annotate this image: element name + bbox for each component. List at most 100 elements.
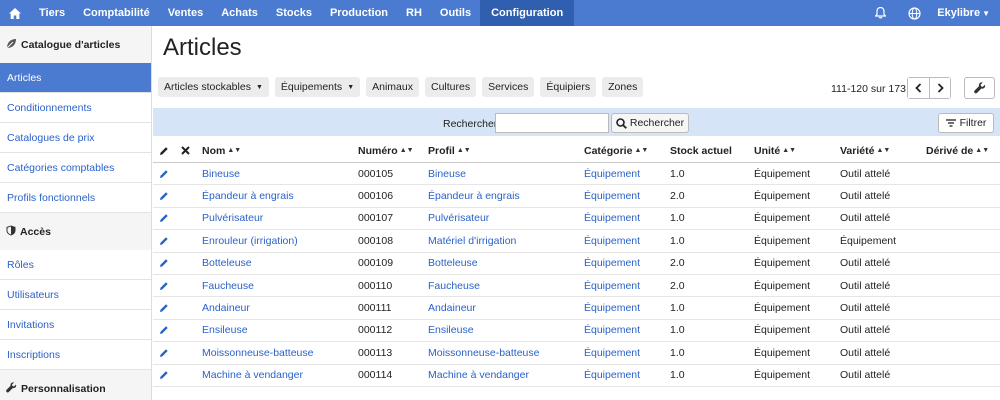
filter-chip-services[interactable]: Services	[482, 77, 535, 97]
column-header-profil[interactable]: Profil ▲▼	[428, 139, 471, 162]
filter-chip-equipiers[interactable]: Équipiers	[540, 77, 597, 97]
wrench-icon	[973, 82, 985, 94]
nav-item-outils[interactable]: Outils	[431, 0, 480, 26]
sidebar-item-invitations[interactable]: Invitations	[0, 310, 151, 340]
cell-variete: Outil attelé	[840, 302, 891, 315]
user-menu[interactable]: Ekylibre ▼	[931, 7, 1000, 19]
cell-numero: 000109	[358, 257, 394, 270]
cell-profil[interactable]: Ensileuse	[428, 320, 474, 341]
cell-profil[interactable]: Pulvérisateur	[428, 208, 489, 229]
cell-nom[interactable]: Moissonneuse-batteuse	[202, 342, 314, 363]
cell-nom[interactable]: Faucheuse	[202, 275, 254, 296]
cell-nom[interactable]: Machine à vendanger	[202, 365, 303, 386]
cell-categorie[interactable]: Équipement	[584, 185, 640, 206]
cell-profil[interactable]: Épandeur à engrais	[428, 185, 520, 206]
cell-nom[interactable]: Enrouleur (irrigation)	[202, 230, 298, 251]
edit-icon[interactable]	[159, 163, 169, 184]
cell-profil[interactable]: Matériel d'irrigation	[428, 230, 516, 251]
cell-stock: 2.0	[670, 190, 685, 203]
sidebar-item-categories-comptables[interactable]: Catégories comptables	[0, 153, 151, 183]
edit-icon[interactable]	[159, 342, 169, 363]
nav-item-configuration[interactable]: Configuration	[480, 0, 575, 26]
cell-categorie[interactable]: Équipement	[584, 253, 640, 274]
cell-stock: 1.0	[670, 346, 685, 359]
filter-chip-label: Zones	[608, 81, 638, 93]
cell-profil[interactable]: Machine à vendanger	[428, 365, 529, 386]
cell-profil[interactable]: Bineuse	[428, 163, 466, 184]
nav-item-ventes[interactable]: Ventes	[159, 0, 212, 26]
cell-categorie[interactable]: Équipement	[584, 320, 640, 341]
edit-icon[interactable]	[159, 275, 169, 296]
column-header-derive-de[interactable]: Dérivé de ▲▼	[926, 139, 989, 162]
search-button[interactable]: Rechercher	[611, 113, 689, 133]
shield-icon	[6, 225, 16, 239]
cell-profil[interactable]: Botteleuse	[428, 253, 478, 274]
nav-item-achats[interactable]: Achats	[212, 0, 267, 26]
nav-item-rh[interactable]: RH	[397, 0, 431, 26]
sidebar-item-label: Articles	[7, 71, 42, 84]
nav-item-stocks[interactable]: Stocks	[267, 0, 321, 26]
cell-unite: Équipement	[754, 302, 811, 315]
cell-categorie[interactable]: Équipement	[584, 275, 640, 296]
column-header-numero[interactable]: Numéro ▲▼	[358, 139, 414, 162]
settings-button[interactable]	[964, 77, 995, 99]
nav-item-production[interactable]: Production	[321, 0, 397, 26]
cell-unite: Équipement	[754, 279, 811, 292]
filter-chip-articles-stockables[interactable]: Articles stockables ▼	[158, 77, 269, 97]
cell-categorie[interactable]: Équipement	[584, 230, 640, 251]
filter-chip-label: Équipements	[280, 81, 343, 93]
globe-icon[interactable]	[897, 0, 931, 26]
filter-chip-cultures[interactable]: Cultures	[424, 77, 477, 97]
column-header-nom[interactable]: Nom ▲▼	[202, 139, 241, 162]
cell-variete: Outil attelé	[840, 324, 891, 337]
sidebar-item-utilisateurs[interactable]: Utilisateurs	[0, 280, 151, 310]
cell-categorie[interactable]: Équipement	[584, 297, 640, 318]
edit-icon[interactable]	[159, 297, 169, 318]
sidebar-item-label: Conditionnements	[7, 101, 92, 114]
column-header-categorie[interactable]: Catégorie ▲▼	[584, 139, 648, 162]
home-icon[interactable]	[0, 0, 30, 26]
edit-icon[interactable]	[159, 365, 169, 386]
search-input[interactable]	[495, 113, 609, 133]
sidebar-item-catalogues-de-prix[interactable]: Catalogues de prix	[0, 123, 151, 153]
sidebar-item-conditionnements[interactable]: Conditionnements	[0, 93, 151, 123]
filter-button[interactable]: Filtrer	[938, 113, 994, 133]
nav-item-tiers[interactable]: Tiers	[30, 0, 74, 26]
cell-nom[interactable]: Épandeur à engrais	[202, 185, 294, 206]
cell-categorie[interactable]: Équipement	[584, 163, 640, 184]
nav-item-comptabilite[interactable]: Comptabilité	[74, 0, 159, 26]
chevron-right-icon	[937, 83, 944, 93]
next-page-button[interactable]	[929, 78, 950, 98]
edit-icon[interactable]	[159, 253, 169, 274]
cell-categorie[interactable]: Équipement	[584, 342, 640, 363]
cell-nom[interactable]: Bineuse	[202, 163, 240, 184]
column-header-variete[interactable]: Variété ▲▼	[840, 139, 890, 162]
sidebar-item-label: Catalogues de prix	[7, 131, 95, 144]
sidebar-item-profils-fonctionnels[interactable]: Profils fonctionnels	[0, 183, 151, 213]
edit-icon[interactable]	[159, 320, 169, 341]
edit-icon[interactable]	[159, 185, 169, 206]
cell-categorie[interactable]: Équipement	[584, 365, 640, 386]
sidebar-item-articles[interactable]: Articles	[0, 63, 151, 93]
cell-nom[interactable]: Andaineur	[202, 297, 250, 318]
column-header-unite[interactable]: Unité ▲▼	[754, 139, 796, 162]
filter-chip-zones[interactable]: Zones	[602, 77, 644, 97]
cell-nom[interactable]: Ensileuse	[202, 320, 248, 341]
sidebar-item-roles[interactable]: Rôles	[0, 250, 151, 280]
previous-page-button[interactable]	[908, 78, 929, 98]
cell-nom[interactable]: Botteleuse	[202, 253, 252, 274]
filter-chip-equipements[interactable]: Équipements ▼	[274, 77, 361, 97]
cell-categorie[interactable]: Équipement	[584, 208, 640, 229]
cell-profil[interactable]: Moissonneuse-batteuse	[428, 342, 540, 363]
cell-nom[interactable]: Pulvérisateur	[202, 208, 263, 229]
wrench-icon	[6, 381, 17, 396]
filter-chip-animaux[interactable]: Animaux	[366, 77, 419, 97]
bell-icon[interactable]	[863, 0, 897, 26]
sort-icon: ▲▼	[975, 147, 990, 154]
edit-icon[interactable]	[159, 230, 169, 251]
edit-icon[interactable]	[159, 208, 169, 229]
top-navbar: Tiers Comptabilité Ventes Achats Stocks Produ…	[0, 0, 1000, 26]
cell-profil[interactable]: Faucheuse	[428, 275, 480, 296]
sidebar-item-inscriptions[interactable]: Inscriptions	[0, 340, 151, 370]
cell-profil[interactable]: Andaineur	[428, 297, 476, 318]
